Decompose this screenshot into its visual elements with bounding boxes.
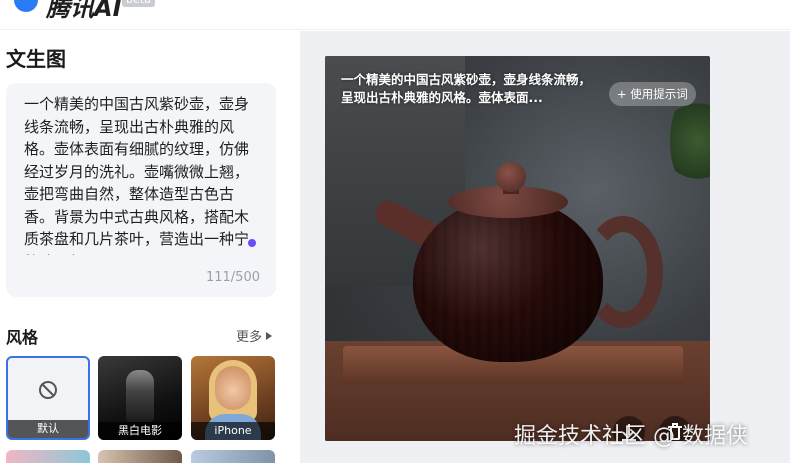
generated-image[interactable]: 一个精美的中国古风紫砂壶，壶身线条流畅，呈现出古朴典雅的风格。壶体表面... +… [325,56,710,441]
top-bar: 腾讯AI beta [0,0,790,30]
result-area: 一个精美的中国古风紫砂壶，壶身线条流畅，呈现出古朴典雅的风格。壶体表面... +… [300,31,790,463]
character-counter: 111/500 [205,270,260,285]
cursor-dot [248,239,256,247]
no-style-icon [39,381,57,399]
style-card-default[interactable]: 默认 [6,356,90,440]
style-thumbnail [126,370,154,422]
more-label: 更多 [236,330,263,345]
style-card-label: 黑白电影 [98,422,182,440]
chevron-right-icon [266,332,273,340]
style-card-label: 默认 [8,420,88,438]
page-title: 文生图 [6,47,66,71]
prompt-textarea[interactable]: 一个精美的中国古风紫砂壶，壶身线条流畅，呈现出古朴典雅的风格。壶体表面有细腻的纹… [6,83,276,297]
style-card-film-noir[interactable]: 黑白电影 [98,356,182,440]
watermark: 掘金技术社区 @ 数据侠 [514,424,748,449]
beta-badge: beta [122,0,155,7]
style-card-partial[interactable] [6,450,90,463]
use-prompt-button[interactable]: + 使用提示词 [609,82,696,106]
style-card-partial[interactable] [98,450,182,463]
logo-icon [14,0,38,12]
style-section-label: 风格 [6,328,39,347]
style-card-iphone[interactable]: iPhone [191,356,275,440]
style-card-label: iPhone [191,422,275,440]
image-caption: 一个精美的中国古风紫砂壶，壶身线条流畅，呈现出古朴典雅的风格。壶体表面... [341,72,592,105]
prompt-text[interactable]: 一个精美的中国古风紫砂壶，壶身线条流畅，呈现出古朴典雅的风格。壶体表面有细腻的纹… [24,93,256,255]
app-name: 腾讯AI [46,0,122,22]
left-panel: 文生图 一个精美的中国古风紫砂壶，壶身线条流畅，呈现出古朴典雅的风格。壶体表面有… [0,31,300,463]
more-styles-link[interactable]: 更多 [236,326,273,345]
style-card-partial[interactable] [191,450,275,463]
